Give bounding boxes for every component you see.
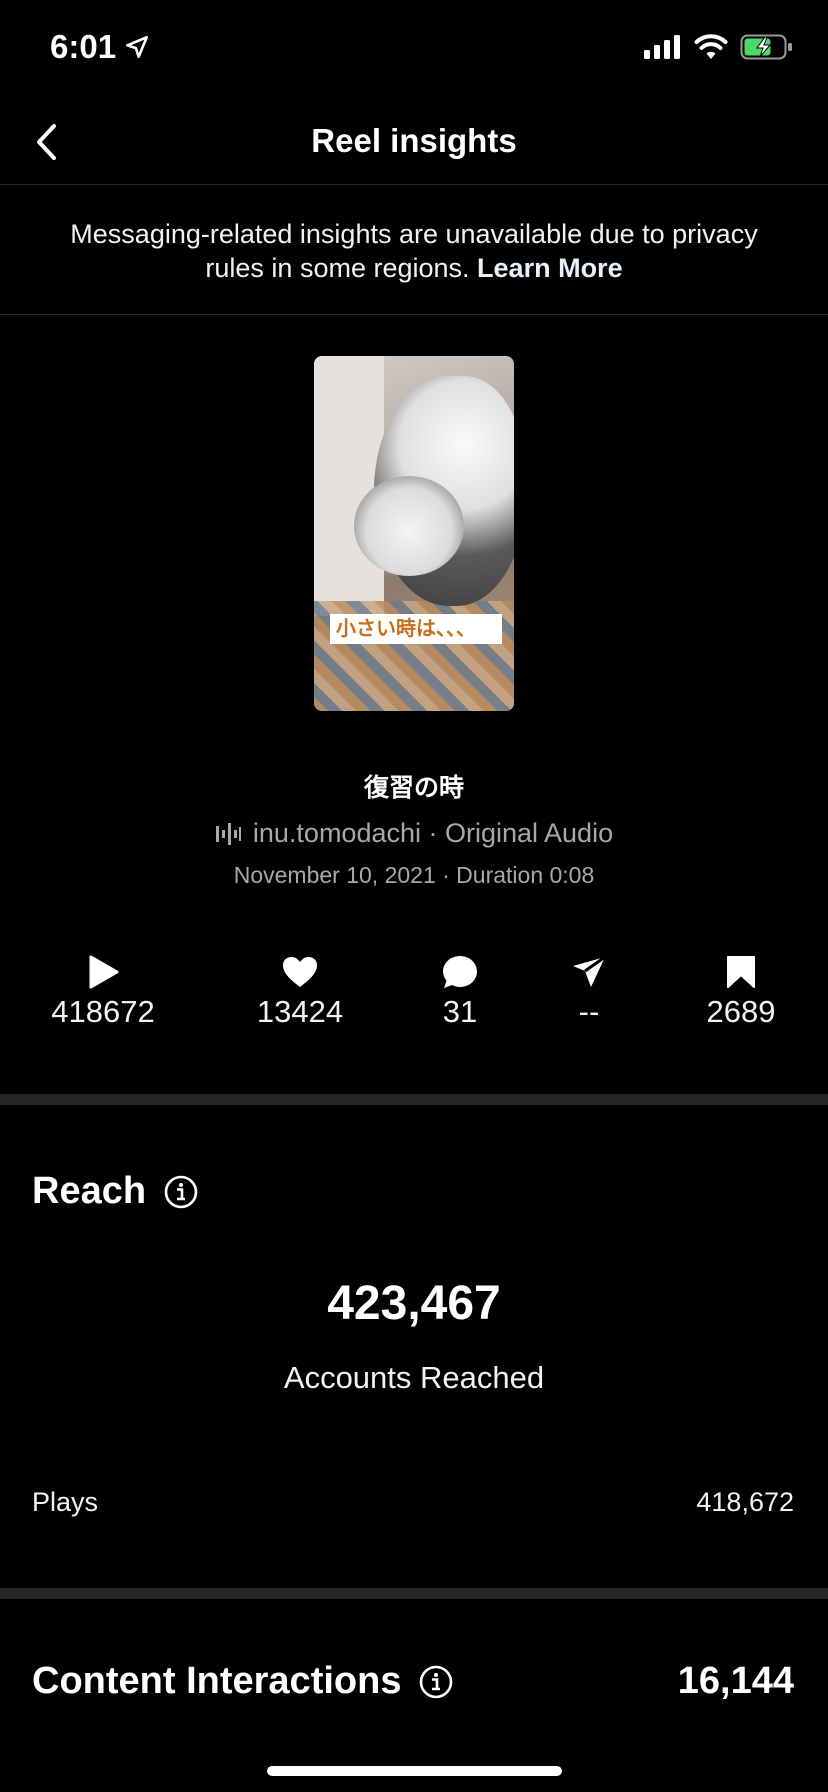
bookmark-icon [727,956,755,988]
metric-plays: 418672 [23,954,183,1030]
audio-label: inu.tomodachi · Original Audio [252,818,614,848]
audio-line[interactable]: inu.tomodachi · Original Audio [0,818,828,849]
metric-saves-value: 2689 [706,994,776,1029]
section-divider [0,1094,828,1105]
status-time: 6:01 [50,28,117,65]
send-paper-plane-icon [573,955,606,987]
cellular-signal-icon [644,35,680,59]
metric-shares: -- [509,954,669,1030]
wifi-icon [694,34,728,59]
metric-likes-value: 13424 [256,994,344,1029]
content-interactions-section-title: Content Interactions [32,1660,453,1703]
thumbnail-dog-face [354,476,464,576]
audio-waveform-icon [215,822,241,845]
reel-date-duration: November 10, 2021 · Duration 0:08 [233,862,595,888]
privacy-notice-text: Messaging-related insights are unavailab… [70,219,758,283]
navigation-bar: Reel insights [0,100,828,185]
learn-more-link[interactable]: Learn More [477,253,623,283]
section-divider [0,1588,828,1599]
status-bar: 6:01 [0,0,828,100]
location-arrow-icon [126,35,149,59]
status-time-group: 6:01 [50,28,150,66]
home-indicator[interactable] [267,1766,562,1776]
heart-icon [283,957,317,987]
plays-label: Plays [32,1487,99,1517]
reach-info-icon[interactable] [164,1175,198,1209]
thumbnail-caption: 小さい時は、、、 [330,614,502,644]
content-interactions-title: Content Interactions [32,1660,402,1702]
content-interactions-info-icon[interactable] [419,1665,453,1699]
privacy-notice: Messaging-related insights are unavailab… [0,185,828,315]
metric-plays-value: 418672 [51,994,155,1029]
plays-value: 418,672 [696,1487,794,1517]
reel-thumbnail[interactable]: 小さい時は、、、 [314,356,514,711]
accounts-reached-label: Accounts Reached [283,1360,545,1395]
accounts-reached-value: 423,467 [327,1277,501,1330]
metric-saves: 2689 [661,954,821,1030]
comment-bubble-icon [443,956,477,988]
reach-section-title: Reach [32,1170,198,1213]
content-interactions-value: 16,144 [677,1660,794,1702]
status-icons [644,34,794,60]
metric-shares-value: -- [578,994,600,1029]
battery-charging-icon [740,34,792,60]
play-icon [89,955,119,989]
metric-likes: 13424 [220,954,380,1030]
reach-title: Reach [32,1170,147,1212]
page-title: Reel insights [311,122,517,159]
reel-title: 復習の時 [363,773,464,802]
